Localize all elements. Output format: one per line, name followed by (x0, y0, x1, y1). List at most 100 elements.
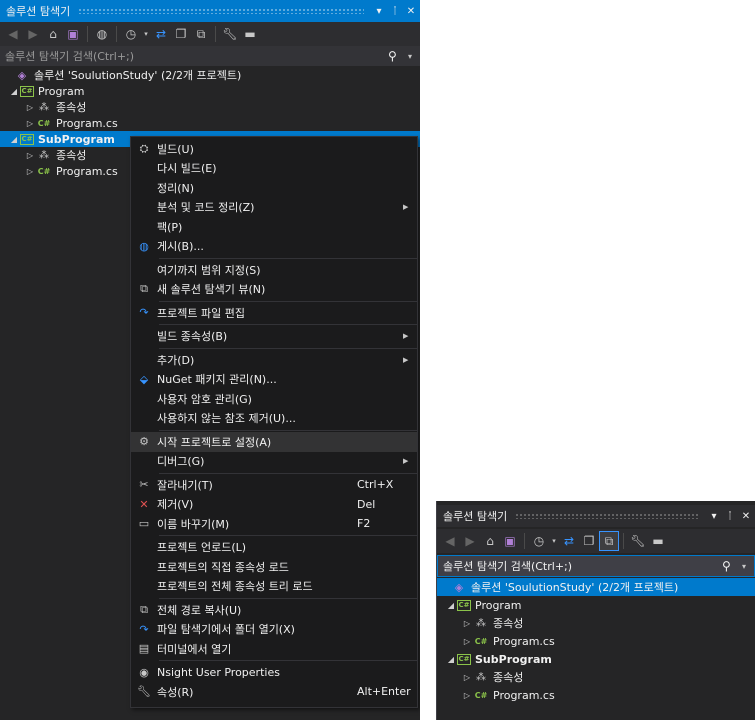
menu-item-load-dep-tree[interactable]: 프로젝트의 전체 종속성 트리 로드 (131, 577, 417, 597)
window-position-button[interactable]: ▾ (372, 6, 386, 17)
search-icon[interactable]: ⚲ (722, 559, 742, 573)
tree-item-solution[interactable]: ◈ 솔루션 'SoulutionStudy' (2/2개 프로젝트) (437, 578, 755, 596)
tree-item-solution[interactable]: ◈ 솔루션 'SoulutionStudy' (2/2개 프로젝트) (0, 67, 420, 83)
clock-icon[interactable]: ◷ (122, 25, 140, 43)
menu-item-remove-unused-refs[interactable]: 사용하지 않는 참조 제거(U)... (131, 409, 417, 429)
pin-button[interactable]: ᛙ (723, 511, 737, 522)
menu-item-pack[interactable]: 팩(P) (131, 217, 417, 237)
tree-item-subprogram[interactable]: ◢ C# SubProgram (437, 650, 755, 668)
menu-item-nsight[interactable]: ◉ Nsight User Properties (131, 663, 417, 683)
csharp-file-icon: C# (37, 118, 51, 128)
home-icon[interactable]: ⌂ (481, 532, 499, 550)
csharp-project-icon: C# (20, 133, 34, 145)
minus-icon[interactable]: ▬ (241, 25, 259, 43)
collapse-all-icon[interactable]: ❐ (580, 532, 598, 550)
chevron-down-icon[interactable]: ▾ (142, 25, 150, 43)
search-input[interactable]: 솔루션 탐색기 검색(Ctrl+;) (443, 558, 722, 574)
show-all-files-icon[interactable]: ⧉ (599, 531, 619, 551)
menu-item-rename[interactable]: ▭ 이름 바꾸기(M) F2 (131, 514, 417, 534)
collapsed-arrow-icon[interactable]: ▷ (461, 691, 473, 700)
menu-item-rebuild[interactable]: 다시 빌드(E) (131, 159, 417, 179)
arrow-left-icon[interactable]: ◀ (4, 25, 22, 43)
collapsed-arrow-icon[interactable]: ▷ (24, 119, 36, 128)
tree-item-dependencies[interactable]: ▷ ⁂ 종속성 (0, 99, 420, 115)
tree-item-program[interactable]: ◢ C# Program (437, 596, 755, 614)
drag-handle[interactable] (78, 8, 364, 14)
expanded-arrow-icon[interactable]: ◢ (445, 601, 457, 610)
chevron-down-icon[interactable]: ▾ (550, 532, 558, 550)
switch-views-icon[interactable]: ▣ (501, 532, 519, 550)
show-all-files-icon[interactable]: ⧉ (192, 25, 210, 43)
window-position-button[interactable]: ▾ (707, 511, 721, 522)
pin-button[interactable]: ᛙ (388, 6, 402, 17)
close-button[interactable]: ✕ (404, 6, 418, 17)
globe-icon[interactable]: ◍ (93, 25, 111, 43)
context-menu: ⛭ 빌드(U) 다시 빌드(E) 정리(N) 분석 및 코드 정리(Z) ▶ 팩(P… (130, 136, 418, 708)
sync-icon[interactable]: ⇄ (560, 532, 578, 550)
home-icon[interactable]: ⌂ (44, 25, 62, 43)
arrow-left-icon[interactable]: ◀ (441, 532, 459, 550)
tree-item-dependencies[interactable]: ▷ ⁂ 종속성 (437, 668, 755, 686)
menu-item-add[interactable]: 추가(D) ▶ (131, 350, 417, 370)
panel-titlebar[interactable]: 솔루션 탐색기 ▾ ᛙ ✕ (0, 0, 420, 22)
menu-item-user-secrets[interactable]: 사용자 암호 관리(G) (131, 389, 417, 409)
close-button[interactable]: ✕ (739, 511, 753, 522)
tree-item-program[interactable]: ◢ C# Program (0, 83, 420, 99)
arrow-right-icon[interactable]: ▶ (24, 25, 42, 43)
menu-item-unload-project[interactable]: 프로젝트 언로드(L) (131, 538, 417, 558)
expanded-arrow-icon[interactable]: ◢ (445, 655, 457, 664)
expanded-arrow-icon[interactable]: ◢ (8, 87, 20, 96)
menu-shortcut: Alt+Enter (357, 685, 411, 699)
drag-handle[interactable] (515, 513, 699, 519)
menu-item-build[interactable]: ⛭ 빌드(U) (131, 139, 417, 159)
menu-item-debug[interactable]: 디버그(G) ▶ (131, 452, 417, 472)
collapsed-arrow-icon[interactable]: ▷ (461, 619, 473, 628)
collapsed-arrow-icon[interactable]: ▷ (461, 637, 473, 646)
switch-views-icon[interactable]: ▣ (64, 25, 82, 43)
menu-item-set-startup[interactable]: ⚙ 시작 프로젝트로 설정(A) (131, 432, 417, 452)
menu-item-cut[interactable]: ✂ 잘라내기(T) Ctrl+X (131, 475, 417, 495)
wrench-icon[interactable]: 🔧︎ (629, 532, 647, 550)
search-options-dropdown[interactable]: ▾ (408, 52, 420, 61)
clock-icon[interactable]: ◷ (530, 532, 548, 550)
menu-item-analyze[interactable]: 분석 및 코드 정리(Z) ▶ (131, 198, 417, 218)
menu-item-scope-to-this[interactable]: 여기까지 범위 지정(S) (131, 260, 417, 280)
collapse-all-icon[interactable]: ❐ (172, 25, 190, 43)
rename-icon: ▭ (138, 517, 150, 531)
collapsed-arrow-icon[interactable]: ▷ (24, 103, 36, 112)
collapsed-arrow-icon[interactable]: ▷ (24, 151, 36, 160)
menu-item-remove[interactable]: ✕ 제거(V) Del (131, 495, 417, 515)
tree-item-label: 솔루션 'SoulutionStudy' (2/2개 프로젝트) (34, 69, 242, 82)
menu-item-load-direct-deps[interactable]: 프로젝트의 직접 종속성 로드 (131, 557, 417, 577)
menu-item-new-view[interactable]: ⧉ 새 솔루션 탐색기 뷰(N) (131, 280, 417, 300)
menu-item-nuget[interactable]: ⬙ NuGet 패키지 관리(N)... (131, 370, 417, 390)
tree-item-program-cs[interactable]: ▷ C# Program.cs (437, 632, 755, 650)
search-input[interactable]: 솔루션 탐색기 검색(Ctrl+;) (5, 48, 388, 64)
arrow-right-icon[interactable]: ▶ (461, 532, 479, 550)
menu-item-open-in-explorer[interactable]: ↷ 파일 탐색기에서 폴더 열기(X) (131, 620, 417, 640)
expanded-arrow-icon[interactable]: ◢ (8, 135, 20, 144)
wrench-icon[interactable]: 🔧︎ (221, 25, 239, 43)
minus-icon[interactable]: ▬ (649, 532, 667, 550)
menu-item-properties[interactable]: 🔧︎ 속성(R) Alt+Enter (131, 682, 417, 702)
collapsed-arrow-icon[interactable]: ▷ (24, 167, 36, 176)
sync-icon[interactable]: ⇄ (152, 25, 170, 43)
collapsed-arrow-icon[interactable]: ▷ (461, 673, 473, 682)
tree-item-program-cs[interactable]: ▷ C# Program.cs (0, 115, 420, 131)
menu-item-edit-project-file[interactable]: ↷ 프로젝트 파일 편집 (131, 303, 417, 323)
menu-item-clean[interactable]: 정리(N) (131, 178, 417, 198)
menu-item-publish[interactable]: ◍ 게시(B)... (131, 237, 417, 257)
menu-item-build-dependencies[interactable]: 빌드 종속성(B) ▶ (131, 327, 417, 347)
solution-tree: ◈ 솔루션 'SoulutionStudy' (2/2개 프로젝트) ◢ C# … (437, 578, 755, 704)
search-icon[interactable]: ⚲ (388, 49, 408, 63)
menu-item-copy-full-path[interactable]: ⧉ 전체 경로 복사(U) (131, 600, 417, 620)
nsight-icon: ◉ (139, 665, 149, 679)
panel-titlebar[interactable]: 솔루션 탐색기 ▾ ᛙ ✕ (437, 505, 755, 527)
search-box[interactable]: 솔루션 탐색기 검색(Ctrl+;) ⚲ ▾ (0, 46, 420, 66)
tree-item-program-cs[interactable]: ▷ C# Program.cs (437, 686, 755, 704)
menu-item-label: 다시 빌드(E) (157, 162, 217, 176)
menu-item-open-in-terminal[interactable]: ▤ 터미널에서 열기 (131, 639, 417, 659)
search-options-dropdown[interactable]: ▾ (742, 562, 754, 571)
tree-item-dependencies[interactable]: ▷ ⁂ 종속성 (437, 614, 755, 632)
search-box[interactable]: 솔루션 탐색기 검색(Ctrl+;) ⚲ ▾ (437, 555, 755, 577)
